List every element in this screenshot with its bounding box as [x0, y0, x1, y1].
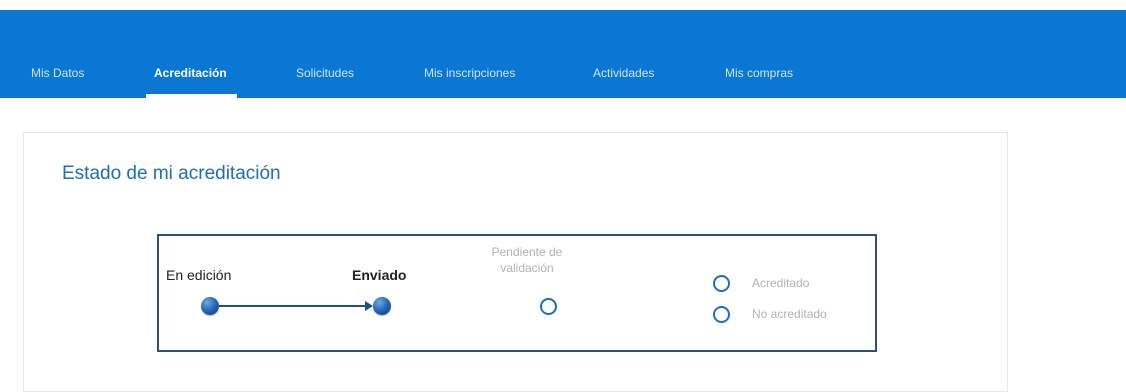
card-title: Estado de mi acreditación	[62, 163, 281, 184]
step-ring-pendiente	[540, 298, 557, 315]
accreditation-card: Estado de mi acreditación En edición Env…	[23, 132, 1008, 392]
step-label-acreditado: Acreditado	[752, 276, 810, 290]
nav-item-solicitudes[interactable]: Solicitudes	[296, 66, 354, 98]
step-ring-no-acreditado	[713, 306, 730, 323]
step-label-enviado: Enviado	[352, 267, 407, 283]
nav-item-actividades[interactable]: Actividades	[593, 66, 654, 98]
nav-item-mis-inscripciones[interactable]: Mis inscripciones	[424, 66, 515, 98]
arrow-head-icon	[365, 301, 373, 311]
nav-item-mis-datos[interactable]: Mis Datos	[31, 66, 84, 98]
step-label-no-acreditado: No acreditado	[752, 307, 827, 321]
main-nav: Mis Datos Acreditación Solicitudes Mis i…	[0, 10, 1126, 98]
nav-item-label: Acreditación	[154, 66, 227, 80]
nav-item-mis-compras[interactable]: Mis compras	[725, 66, 793, 98]
nav-item-acreditacion[interactable]: Acreditación	[146, 66, 237, 98]
step-ring-acreditado	[713, 275, 730, 292]
step-dot-enviado	[373, 297, 391, 315]
step-dot-en-edicion	[201, 297, 219, 315]
step-label-pendiente: Pendiente de validación	[491, 245, 563, 275]
top-nav-bar: Mis Datos Acreditación Solicitudes Mis i…	[0, 10, 1126, 98]
active-tab-indicator	[146, 94, 237, 98]
progress-arrow-line	[219, 305, 367, 307]
accreditation-status-box: En edición Enviado Pendiente de validaci…	[157, 234, 877, 352]
step-label-en-edicion: En edición	[166, 267, 232, 283]
